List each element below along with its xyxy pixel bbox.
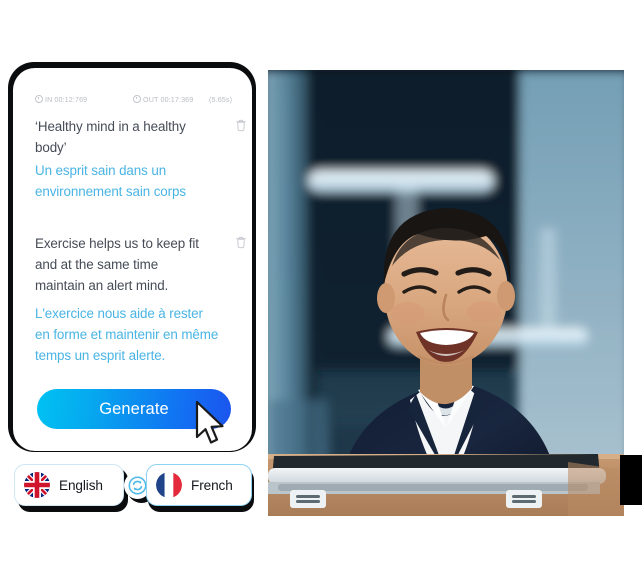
timecode-out: OUT 00:17:369 — [133, 95, 193, 104]
generate-button[interactable]: Generate — [37, 389, 231, 429]
generate-button-area: Generate — [37, 389, 231, 444]
target-language-button[interactable]: French — [146, 464, 252, 506]
segment-source-text[interactable]: ‘Healthy mind in a healthy body’ — [35, 116, 207, 158]
trash-icon[interactable] — [235, 118, 247, 132]
uk-flag-icon — [24, 472, 50, 498]
trash-icon[interactable] — [235, 235, 247, 249]
source-language-label: English — [59, 477, 103, 493]
timecode-in: IN 00:12:769 — [35, 95, 87, 104]
segment-timecodes: IN 00:12:769 OUT 00:17:369 (5.65s) — [13, 92, 252, 106]
segment-target-text[interactable]: Un esprit sain dans un environnement sai… — [35, 160, 220, 202]
target-language-label: French — [191, 477, 233, 493]
timecode-in-value: 00:12:769 — [54, 94, 88, 104]
clock-icon — [133, 95, 141, 103]
speaker-video-preview[interactable] — [268, 70, 624, 516]
timecode-duration: (5.65s) — [209, 94, 233, 104]
segment-target-text[interactable]: L'exercice nous aide à rester en forme e… — [35, 303, 220, 366]
edge-notch — [620, 455, 642, 505]
language-selector-bar: English French — [14, 464, 254, 512]
app-stage: IN 00:12:769 OUT 00:17:369 (5.65s) ‘Heal… — [0, 0, 642, 568]
timecode-in-label: IN — [45, 94, 53, 104]
transcript-editor-card: IN 00:12:769 OUT 00:17:369 (5.65s) ‘Heal… — [13, 68, 252, 451]
source-language-button[interactable]: English — [14, 464, 124, 506]
clock-icon — [35, 95, 43, 103]
timecode-out-value: 00:17:369 — [160, 94, 194, 104]
france-flag-icon — [156, 472, 182, 498]
timecode-out-label: OUT — [143, 94, 159, 104]
segment-source-text[interactable]: Exercise helps us to keep fit and at the… — [35, 233, 207, 296]
